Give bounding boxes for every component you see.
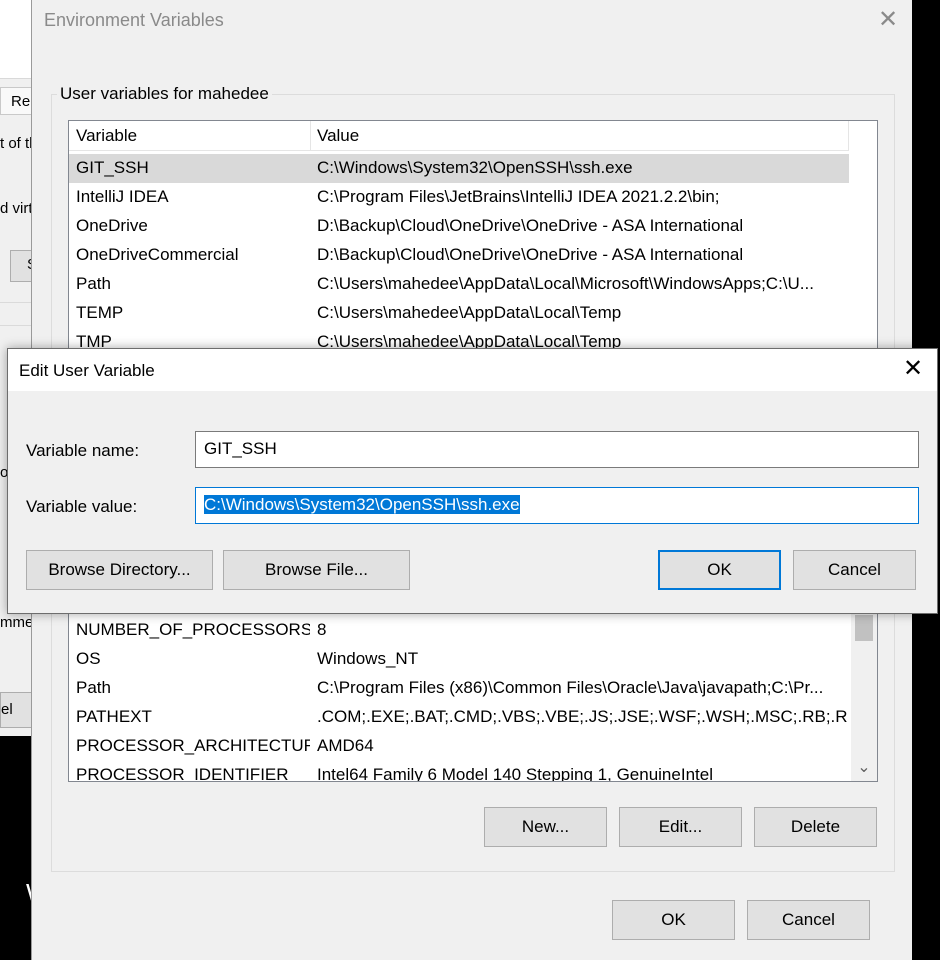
list-item[interactable]: GIT_SSH C:\Windows\System32\OpenSSH\ssh.… bbox=[69, 154, 849, 183]
dialog-title: Environment Variables bbox=[44, 10, 224, 30]
list-item[interactable]: PATHEXT .COM;.EXE;.BAT;.CMD;.VBS;.VBE;.J… bbox=[69, 703, 849, 732]
list-item[interactable]: TMP C:\Users\mahedee\AppData\Local\Temp bbox=[69, 328, 849, 349]
column-header-variable[interactable]: Variable bbox=[76, 126, 137, 146]
ok-button[interactable]: OK bbox=[658, 550, 781, 590]
scrollbar-thumb[interactable] bbox=[855, 615, 873, 641]
variable-name: PROCESSOR_ARCHITECTURE bbox=[76, 736, 310, 755]
variable-value-label: Variable value: bbox=[26, 497, 138, 516]
list-item[interactable]: IntelliJ IDEA C:\Program Files\JetBrains… bbox=[69, 183, 849, 212]
variable-value: C:\Program Files\JetBrains\IntelliJ IDEA… bbox=[317, 187, 720, 206]
dialog-title: Edit User Variable bbox=[19, 361, 155, 380]
variable-name: TEMP bbox=[76, 303, 124, 322]
list-header: Variable Value bbox=[69, 121, 849, 151]
list-item[interactable]: OneDrive D:\Backup\Cloud\OneDrive\OneDri… bbox=[69, 212, 849, 241]
close-icon[interactable]: ✕ bbox=[878, 8, 898, 32]
delete-button[interactable]: Delete bbox=[754, 807, 877, 847]
variable-name: Path bbox=[76, 678, 111, 697]
variable-value: C:\Users\mahedee\AppData\Local\Microsoft… bbox=[317, 274, 814, 293]
variable-name: OS bbox=[76, 649, 101, 668]
background-text-fragment: d virt bbox=[0, 200, 33, 217]
variable-name-label: Variable name: bbox=[26, 441, 140, 460]
user-variables-list[interactable]: Variable Value GIT_SSH C:\Windows\System… bbox=[68, 120, 878, 350]
variable-value: Intel64 Family 6 Model 140 Stepping 1, G… bbox=[317, 765, 713, 782]
column-header-value[interactable]: Value bbox=[317, 126, 359, 146]
variable-value: Windows_NT bbox=[317, 649, 419, 668]
list-item[interactable]: Path C:\Program Files (x86)\Common Files… bbox=[69, 674, 849, 703]
variable-name: IntelliJ IDEA bbox=[76, 187, 169, 206]
selected-text[interactable]: C:\Windows\System32\OpenSSH\ssh.exe bbox=[204, 495, 520, 514]
variable-value: C:\Program Files (x86)\Common Files\Orac… bbox=[317, 678, 824, 697]
background-button[interactable]: el bbox=[0, 692, 34, 728]
variable-value: D:\Backup\Cloud\OneDrive\OneDrive - ASA … bbox=[317, 245, 744, 264]
variable-name-field[interactable]: GIT_SSH bbox=[195, 431, 919, 468]
variable-name: PROCESSOR_IDENTIFIER bbox=[76, 765, 289, 782]
close-icon[interactable]: ✕ bbox=[903, 357, 923, 381]
new-button[interactable]: New... bbox=[484, 807, 607, 847]
title-bar[interactable]: Edit User Variable ✕ bbox=[8, 349, 937, 391]
variable-name: OneDriveCommercial bbox=[76, 245, 239, 264]
variable-value: 8 bbox=[317, 620, 327, 639]
variable-value: D:\Backup\Cloud\OneDrive\OneDrive - ASA … bbox=[317, 216, 744, 235]
list-item[interactable]: OneDriveCommercial D:\Backup\Cloud\OneDr… bbox=[69, 241, 849, 270]
column-separator[interactable] bbox=[310, 121, 311, 151]
variable-name: PATHEXT bbox=[76, 707, 152, 726]
list-item[interactable]: PROCESSOR_ARCHITECTURE AMD64 bbox=[69, 732, 849, 761]
list-item[interactable]: PROCESSOR_IDENTIFIER Intel64 Family 6 Mo… bbox=[69, 761, 849, 782]
variable-name: Path bbox=[76, 274, 111, 293]
chevron-down-icon[interactable]: ⌄ bbox=[851, 757, 877, 779]
list-item[interactable]: NUMBER_OF_PROCESSORS 8 bbox=[69, 616, 849, 645]
variable-name: GIT_SSH bbox=[76, 158, 149, 177]
user-variables-group-label: User variables for mahedee bbox=[57, 84, 272, 104]
variable-value-field[interactable]: C:\Windows\System32\OpenSSH\ssh.exe bbox=[195, 487, 919, 524]
ok-button[interactable]: OK bbox=[612, 900, 735, 940]
list-item[interactable]: TEMP C:\Users\mahedee\AppData\Local\Temp bbox=[69, 299, 849, 328]
variable-value: C:\Users\mahedee\AppData\Local\Temp bbox=[317, 303, 622, 322]
variable-value: C:\Windows\System32\OpenSSH\ssh.exe bbox=[317, 158, 633, 177]
edit-button[interactable]: Edit... bbox=[619, 807, 742, 847]
column-separator[interactable] bbox=[848, 121, 849, 151]
variable-name: NUMBER_OF_PROCESSORS bbox=[76, 620, 310, 639]
cancel-button[interactable]: Cancel bbox=[747, 900, 870, 940]
browse-directory-button[interactable]: Browse Directory... bbox=[26, 550, 213, 590]
list-item[interactable]: OS Windows_NT bbox=[69, 645, 849, 674]
browse-file-button[interactable]: Browse File... bbox=[223, 550, 410, 590]
edit-user-variable-dialog: Edit User Variable ✕ Variable name: GIT_… bbox=[7, 348, 938, 614]
variable-name: OneDrive bbox=[76, 216, 148, 235]
variable-value: .COM;.EXE;.BAT;.CMD;.VBS;.VBE;.JS;.JSE;.… bbox=[317, 707, 847, 726]
variable-value: AMD64 bbox=[317, 736, 374, 755]
cancel-button[interactable]: Cancel bbox=[793, 550, 916, 590]
list-item[interactable]: Path C:\Users\mahedee\AppData\Local\Micr… bbox=[69, 270, 849, 299]
